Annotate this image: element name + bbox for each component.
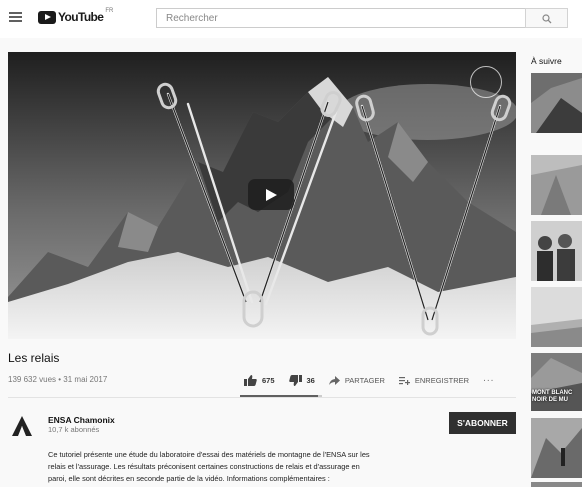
description-line: paroi, elle sont décrites en seconde par… bbox=[48, 474, 330, 483]
share-label: PARTAGER bbox=[344, 375, 385, 385]
up-next-heading: À suivre bbox=[531, 56, 562, 66]
thumbs-down-icon bbox=[288, 374, 302, 386]
description-line: Ce tutoriel présente une étude du labora… bbox=[48, 450, 370, 459]
masthead: YouTube FR Rechercher bbox=[0, 0, 582, 38]
thumbnail-text-line: MONT BLANC bbox=[532, 390, 573, 396]
video-actions: 675 36 PARTAGER ENREGISTRER ... bbox=[244, 373, 494, 387]
video-view-count-date: 139 632 vues • 31 mai 2017 bbox=[8, 375, 108, 384]
search-button[interactable] bbox=[525, 8, 568, 28]
youtube-play-logo-icon bbox=[38, 10, 56, 24]
save-label: ENREGISTRER bbox=[414, 375, 470, 385]
youtube-logo[interactable]: YouTube FR bbox=[38, 8, 114, 24]
video-player[interactable] bbox=[8, 52, 516, 339]
like-count: 675 bbox=[262, 375, 275, 385]
divider bbox=[8, 397, 516, 398]
subscribe-button[interactable]: S'ABONNER bbox=[449, 412, 516, 434]
channel-avatar[interactable] bbox=[10, 415, 34, 437]
logo-country-code: FR bbox=[105, 8, 114, 14]
thumbnail-image bbox=[531, 287, 582, 347]
video-title: Les relais bbox=[8, 351, 60, 365]
channel-watermark[interactable] bbox=[470, 66, 502, 98]
video-description: Ce tutoriel présente une étude du labora… bbox=[48, 449, 443, 485]
thumbnail-image bbox=[531, 155, 582, 215]
search-input[interactable]: Rechercher bbox=[156, 8, 526, 28]
logo-text: YouTube bbox=[58, 10, 104, 24]
playlist-add-icon bbox=[398, 376, 410, 385]
thumbs-up-icon bbox=[244, 374, 257, 386]
sidebar-video-thumbnail[interactable] bbox=[531, 287, 582, 347]
sidebar-video-thumbnail[interactable] bbox=[531, 73, 582, 133]
sidebar-video-thumbnail[interactable] bbox=[531, 418, 582, 478]
search-icon bbox=[542, 14, 552, 24]
play-icon[interactable] bbox=[248, 179, 294, 210]
thumbnail-image bbox=[531, 418, 582, 478]
subscriber-count: 10,7 k abonnés bbox=[48, 425, 100, 434]
share-arrow-icon bbox=[328, 375, 340, 385]
save-button[interactable]: ENREGISTRER bbox=[398, 375, 470, 385]
thumbnail-image bbox=[531, 221, 582, 281]
like-button[interactable]: 675 bbox=[244, 374, 275, 386]
share-button[interactable]: PARTAGER bbox=[328, 375, 385, 385]
sidebar-video-thumbnail[interactable]: MONT BLANC NOIR DE MU bbox=[531, 353, 582, 411]
channel-name[interactable]: ENSA Chamonix bbox=[48, 415, 115, 425]
dislike-button[interactable]: 36 bbox=[288, 374, 315, 386]
dislike-count: 36 bbox=[306, 375, 315, 385]
thumbnail-image bbox=[531, 73, 582, 133]
sidebar-video-thumbnail[interactable] bbox=[531, 482, 582, 487]
menu-icon[interactable] bbox=[9, 12, 22, 22]
more-actions-icon[interactable]: ... bbox=[483, 373, 494, 384]
description-line: relais et l'assurage. Les résultats préc… bbox=[48, 462, 360, 471]
thumbnail-text: MONT BLANC NOIR DE MU bbox=[532, 390, 572, 404]
sidebar-video-thumbnail[interactable] bbox=[531, 155, 582, 215]
thumbnail-text-line: NOIR DE MU bbox=[532, 397, 568, 403]
sidebar-video-thumbnail[interactable] bbox=[531, 221, 582, 281]
